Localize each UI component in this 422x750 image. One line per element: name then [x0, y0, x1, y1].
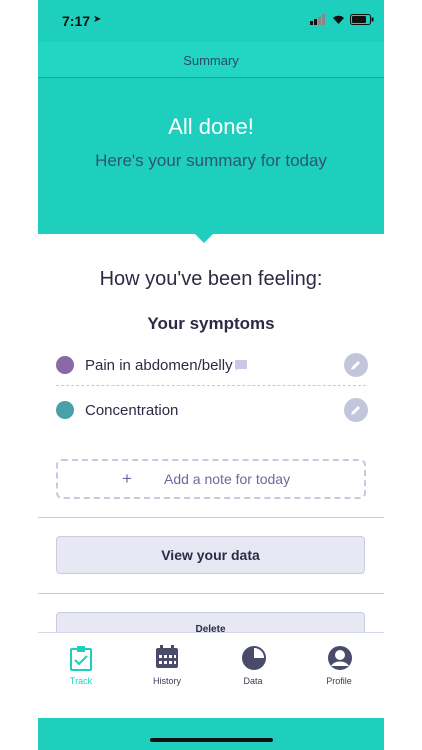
add-note-label: Add a note for today [164, 471, 291, 487]
tab-track[interactable]: Track [38, 633, 124, 719]
add-note-button[interactable]: + Add a note for today [56, 459, 366, 499]
symptom-row-concentration[interactable]: Concentration [56, 390, 368, 430]
hero-title: All done! [168, 114, 254, 139]
status-time: 7:17 [62, 13, 91, 29]
app-screen: 7:17 ➤ Summary All done! Here's your sum… [38, 0, 384, 750]
tab-profile-label: Profile [326, 676, 352, 686]
home-indicator[interactable] [150, 738, 273, 742]
tab-data[interactable]: Data [210, 633, 296, 719]
location-arrow-icon: ➤ [93, 14, 102, 25]
symptom-label: Concentration [85, 402, 179, 419]
tab-track-label: Track [69, 676, 93, 686]
edit-pencil-icon[interactable] [344, 353, 368, 377]
tab-history[interactable]: History [124, 633, 210, 719]
feeling-heading: How you've been feeling: [99, 268, 323, 290]
view-data-label: View your data [161, 547, 260, 563]
pie-chart-icon [242, 646, 266, 670]
view-data-button[interactable]: View your data [56, 536, 365, 574]
tab-profile[interactable]: Profile [296, 633, 382, 719]
user-avatar-icon [328, 646, 352, 670]
divider [38, 593, 384, 594]
symptom-label: Pain in abdomen/belly [85, 357, 233, 374]
battery-icon [350, 14, 374, 25]
symptoms-heading: Your symptoms [147, 314, 275, 333]
wifi-icon [333, 15, 344, 24]
symptom-color-dot [56, 401, 74, 419]
symptom-row-pain[interactable]: Pain in abdomen/belly [56, 345, 368, 386]
tab-bar: Track History Data Profile [38, 632, 384, 719]
hero-subtitle: Here's your summary for today [95, 151, 327, 170]
nav-title: Summary [183, 53, 239, 68]
bottom-accent-strip [38, 718, 384, 750]
plus-icon: + [122, 469, 132, 488]
status-bar: 7:17 ➤ [38, 0, 384, 42]
signal-icon [310, 14, 325, 25]
clipboard-check-icon [70, 646, 92, 671]
tab-data-label: Data [243, 676, 263, 686]
nav-bar: Summary [38, 42, 384, 78]
symptom-color-dot [56, 356, 74, 374]
edit-pencil-icon[interactable] [344, 398, 368, 422]
hero-pointer [194, 233, 214, 243]
comment-icon [235, 360, 247, 371]
tab-history-label: History [152, 676, 181, 686]
divider [38, 517, 384, 518]
calendar-icon [156, 645, 178, 668]
